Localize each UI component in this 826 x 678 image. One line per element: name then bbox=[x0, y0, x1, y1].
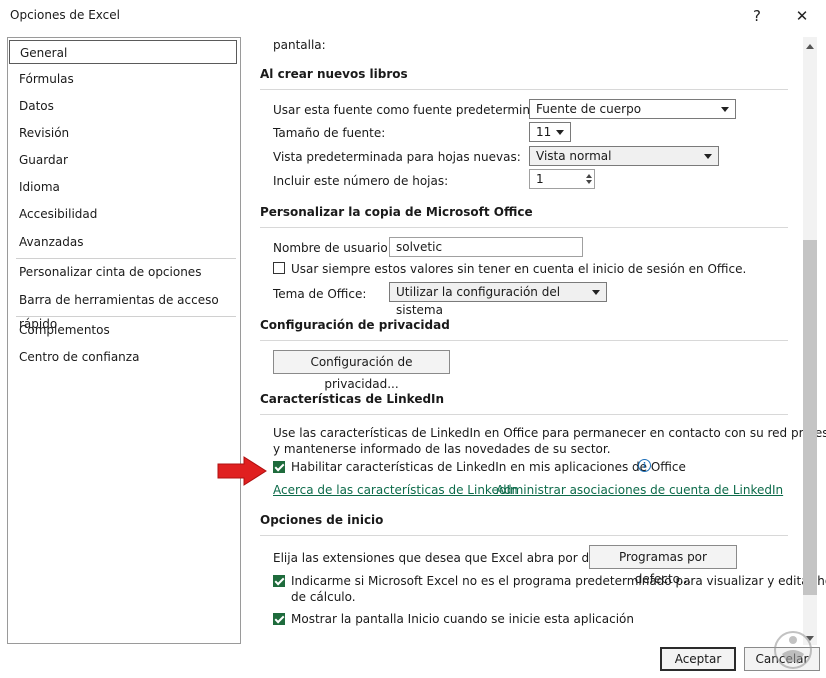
show-start-screen-checkbox[interactable] bbox=[273, 613, 285, 625]
sidebar-item-barra-acceso-rapido[interactable]: Barra de herramientas de acceso rápido bbox=[9, 288, 237, 331]
privacy-settings-button[interactable]: Configuración de privacidad... bbox=[273, 350, 450, 391]
sidebar-item-accesibilidad[interactable]: Accesibilidad bbox=[9, 202, 237, 226]
partial-label: pantalla: bbox=[273, 38, 326, 52]
default-programs-button[interactable]: Programas por defecto... bbox=[589, 545, 737, 586]
chevron-down-icon bbox=[556, 130, 564, 135]
logo-watermark bbox=[774, 631, 812, 669]
sidebar-divider bbox=[16, 258, 236, 259]
linkedin-manage-link[interactable]: Administrar asociaciones de cuenta de Li… bbox=[496, 483, 783, 497]
linkedin-about-link[interactable]: Acerca de las características de LinkedI… bbox=[273, 483, 518, 497]
help-button[interactable]: ? bbox=[742, 4, 772, 28]
username-label: Nombre de usuario: bbox=[273, 241, 392, 255]
sidebar: General Fórmulas Datos Revisión Guardar … bbox=[7, 37, 241, 644]
sidebar-item-formulas[interactable]: Fórmulas bbox=[9, 67, 237, 91]
section-heading-startup: Opciones de inicio bbox=[260, 513, 384, 527]
sidebar-divider bbox=[16, 316, 236, 317]
notify-default-label-line1: Indicarme si Microsoft Excel no es el pr… bbox=[291, 574, 826, 588]
sidebar-item-centro-confianza[interactable]: Centro de confianza bbox=[9, 345, 237, 369]
spin-down-icon[interactable] bbox=[586, 180, 592, 184]
font-size-dropdown[interactable]: 11 bbox=[529, 122, 571, 142]
red-arrow-icon bbox=[217, 456, 267, 486]
default-view-label: Vista predeterminada para hojas nuevas: bbox=[273, 150, 521, 164]
sidebar-item-revision[interactable]: Revisión bbox=[9, 121, 237, 145]
close-button[interactable]: ✕ bbox=[787, 4, 817, 28]
font-size-label: Tamaño de fuente: bbox=[273, 126, 386, 140]
section-heading-new-books: Al crear nuevos libros bbox=[260, 67, 408, 81]
section-divider bbox=[260, 340, 788, 341]
show-start-screen-label: Mostrar la pantalla Inicio cuando se ini… bbox=[291, 612, 634, 626]
linkedin-description-line1: Use las características de LinkedIn en O… bbox=[273, 426, 826, 440]
linkedin-enable-checkbox[interactable] bbox=[273, 461, 285, 473]
notify-default-label-line2: de cálculo. bbox=[291, 590, 356, 604]
section-divider bbox=[260, 227, 788, 228]
default-view-value: Vista normal bbox=[536, 149, 612, 163]
sheet-count-stepper[interactable]: 1 bbox=[529, 169, 595, 189]
sidebar-item-idioma[interactable]: Idioma bbox=[9, 175, 237, 199]
sidebar-item-personalizar-cinta[interactable]: Personalizar cinta de opciones bbox=[9, 260, 237, 284]
section-heading-linkedin: Características de LinkedIn bbox=[260, 392, 445, 406]
section-heading-privacy: Configuración de privacidad bbox=[260, 318, 450, 332]
linkedin-description-line2: y mantenerse informado de las novedades … bbox=[273, 442, 611, 456]
username-input[interactable]: solvetic bbox=[389, 237, 583, 257]
scroll-up-icon[interactable] bbox=[806, 44, 814, 49]
default-font-value: Fuente de cuerpo bbox=[536, 102, 642, 116]
chevron-down-icon bbox=[721, 107, 729, 112]
sidebar-item-guardar[interactable]: Guardar bbox=[9, 148, 237, 172]
sheet-count-label: Incluir este número de hojas: bbox=[273, 174, 449, 188]
chevron-down-icon bbox=[592, 290, 600, 295]
sidebar-item-datos[interactable]: Datos bbox=[9, 94, 237, 118]
sidebar-item-general[interactable]: General bbox=[9, 40, 237, 64]
linkedin-enable-label: Habilitar características de LinkedIn en… bbox=[291, 460, 686, 474]
default-font-label: Usar esta fuente como fuente predetermin… bbox=[273, 103, 557, 117]
sidebar-item-avanzadas[interactable]: Avanzadas bbox=[9, 230, 237, 254]
sheet-count-value: 1 bbox=[536, 172, 544, 186]
sidebar-item-complementos[interactable]: Complementos bbox=[9, 318, 237, 342]
section-heading-personalize: Personalizar la copia de Microsoft Offic… bbox=[260, 205, 533, 219]
always-use-checkbox[interactable] bbox=[273, 262, 285, 274]
window-title: Opciones de Excel bbox=[10, 8, 120, 22]
office-theme-label: Tema de Office: bbox=[273, 287, 367, 301]
default-font-dropdown[interactable]: Fuente de cuerpo bbox=[529, 99, 736, 119]
ok-button[interactable]: Aceptar bbox=[660, 647, 736, 671]
font-size-value: 11 bbox=[536, 125, 552, 139]
office-theme-dropdown[interactable]: Utilizar la configuración del sistema bbox=[389, 282, 607, 317]
section-divider bbox=[260, 535, 788, 536]
always-use-label: Usar siempre estos valores sin tener en … bbox=[291, 262, 747, 276]
spin-up-icon[interactable] bbox=[586, 174, 592, 178]
chevron-down-icon bbox=[704, 154, 712, 159]
office-theme-value: Utilizar la configuración del sistema bbox=[396, 285, 561, 317]
section-divider bbox=[260, 89, 788, 90]
title-bar bbox=[0, 0, 826, 32]
extensions-label: Elija las extensiones que desea que Exce… bbox=[273, 551, 631, 565]
notify-default-checkbox[interactable] bbox=[273, 575, 285, 587]
section-divider bbox=[260, 414, 788, 415]
default-view-dropdown[interactable]: Vista normal bbox=[529, 146, 719, 166]
scrollbar-thumb[interactable] bbox=[803, 240, 817, 595]
info-icon[interactable]: i bbox=[638, 459, 651, 472]
